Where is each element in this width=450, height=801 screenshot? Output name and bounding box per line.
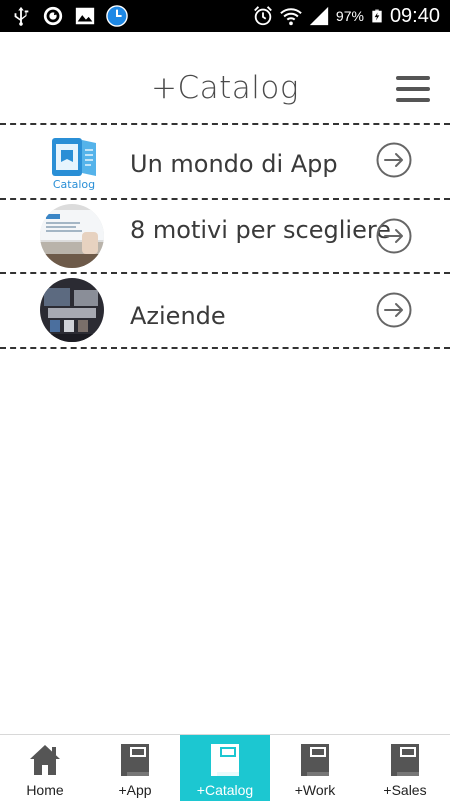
tab-label: +App (118, 782, 152, 798)
list-item-aziende[interactable]: Aziende (0, 274, 450, 348)
signal-icon (309, 6, 329, 26)
list-item-un-mondo-di-app[interactable]: Catalog Un mondo di App (0, 126, 450, 200)
wifi-icon (280, 8, 302, 26)
list-item-8-motivi[interactable]: 8 motivi per scegliere (0, 200, 450, 274)
page-title: +Catalog (151, 70, 299, 106)
book-icon (391, 744, 419, 776)
catalog-logo-text: Catalog (52, 178, 96, 191)
tab-label: +Work (294, 782, 336, 798)
list-item-label: 8 motivi per scegliere (130, 216, 391, 244)
image-icon (75, 7, 95, 25)
aziende-thumbnail (40, 278, 104, 342)
status-bar: 97% 09:40 (0, 0, 450, 32)
usb-icon (14, 6, 29, 26)
book-icon (121, 744, 149, 776)
bottom-tab-bar: Home +App +Catalog +Work +Sales (0, 734, 450, 801)
tab-sales[interactable]: +Sales (360, 735, 450, 801)
tab-home[interactable]: Home (0, 735, 90, 801)
list-item-label: Un mondo di App (130, 150, 338, 178)
office-image (40, 278, 104, 342)
battery-percent: 97% (335, 8, 364, 24)
tab-work[interactable]: +Work (270, 735, 360, 801)
motivi-thumbnail (40, 204, 104, 268)
home-icon (30, 745, 60, 775)
list-item-label: Aziende (130, 302, 226, 330)
book-icon (301, 744, 329, 776)
status-time: 09:40 (389, 4, 440, 27)
sync-icon (43, 6, 63, 26)
arrow-right-circle-icon[interactable] (376, 142, 412, 178)
clock-icon (106, 5, 128, 27)
tab-label: +Sales (383, 782, 427, 798)
book-icon (211, 744, 239, 776)
tab-catalog[interactable]: +Catalog (180, 735, 270, 801)
alarm-icon (254, 6, 272, 26)
presentation-image (40, 204, 104, 268)
tab-label: +Catalog (196, 782, 254, 798)
divider (0, 347, 450, 349)
arrow-right-circle-icon[interactable] (376, 292, 412, 328)
app-header: +Catalog (0, 32, 450, 122)
arrow-right-circle-icon[interactable] (376, 218, 412, 254)
tab-label: Home (26, 782, 64, 798)
divider (0, 123, 450, 125)
hamburger-icon[interactable] (396, 76, 430, 102)
tab-app[interactable]: +App (90, 735, 180, 801)
battery-icon (372, 9, 382, 23)
catalog-logo-thumbnail: Catalog (40, 130, 104, 194)
